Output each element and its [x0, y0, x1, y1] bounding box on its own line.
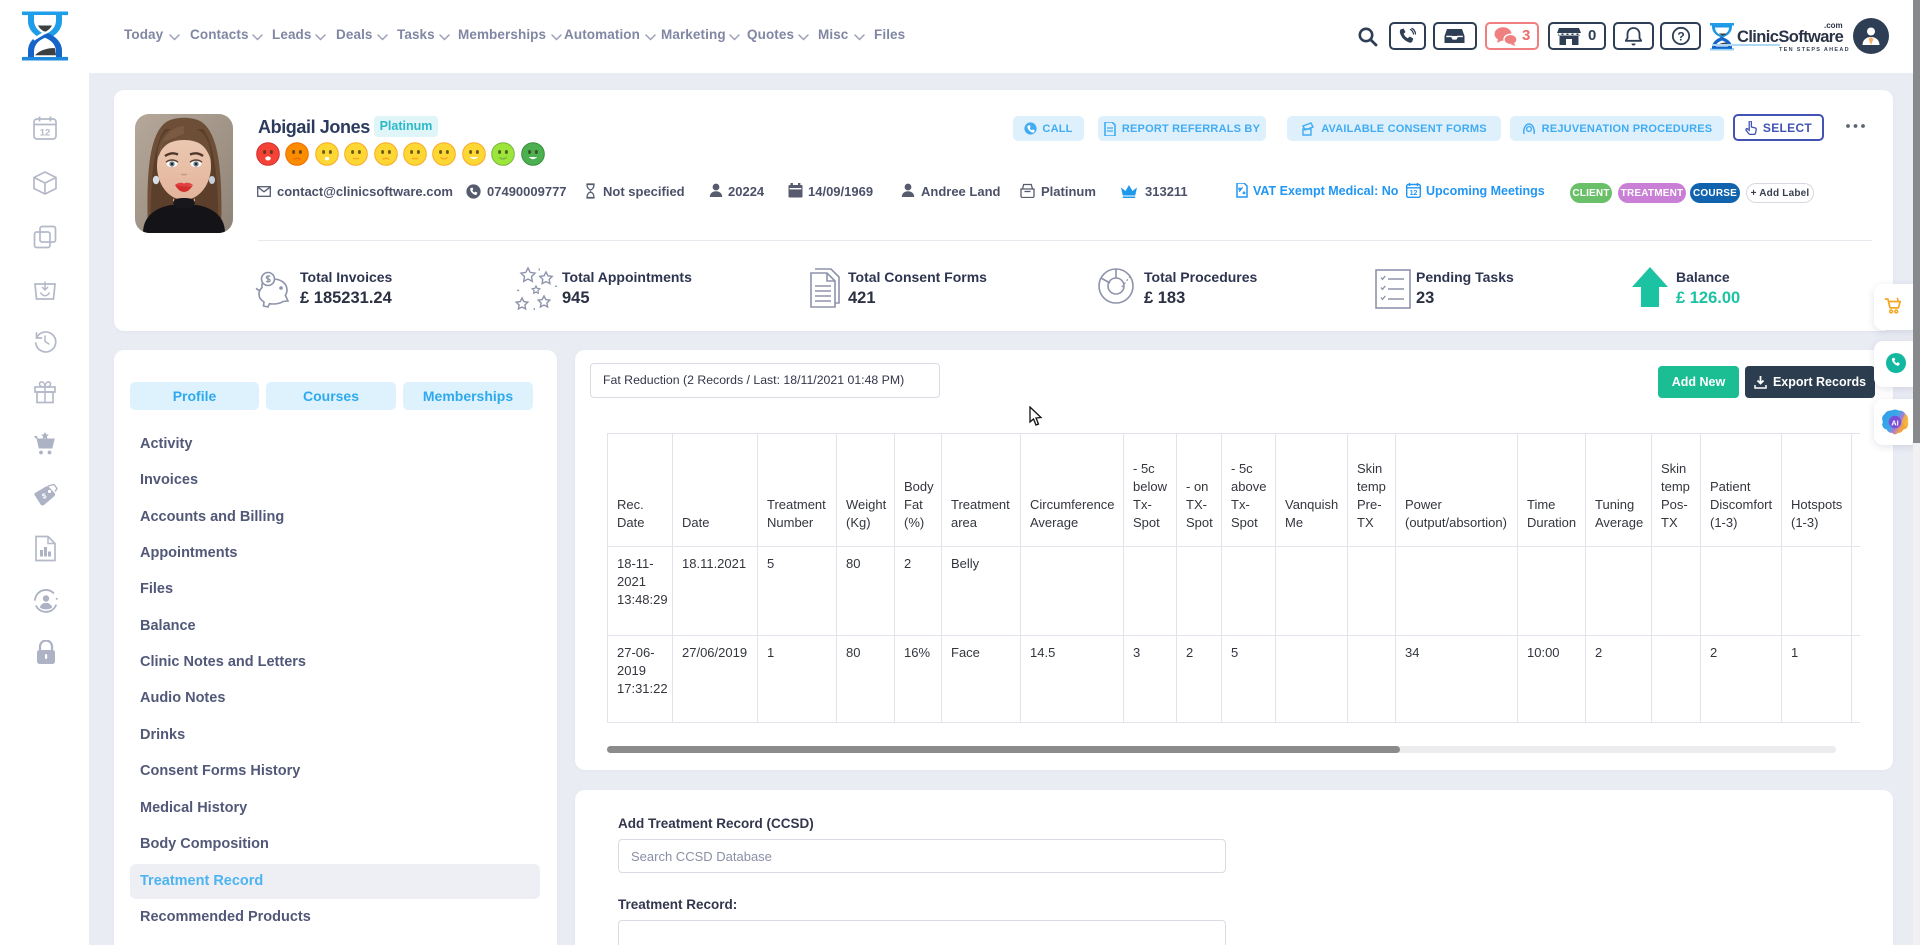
svg-text:AI: AI: [1891, 418, 1899, 427]
svg-text:?: ?: [1677, 30, 1684, 44]
svg-text:12: 12: [40, 128, 51, 139]
svg-text:12: 12: [1410, 190, 1418, 197]
